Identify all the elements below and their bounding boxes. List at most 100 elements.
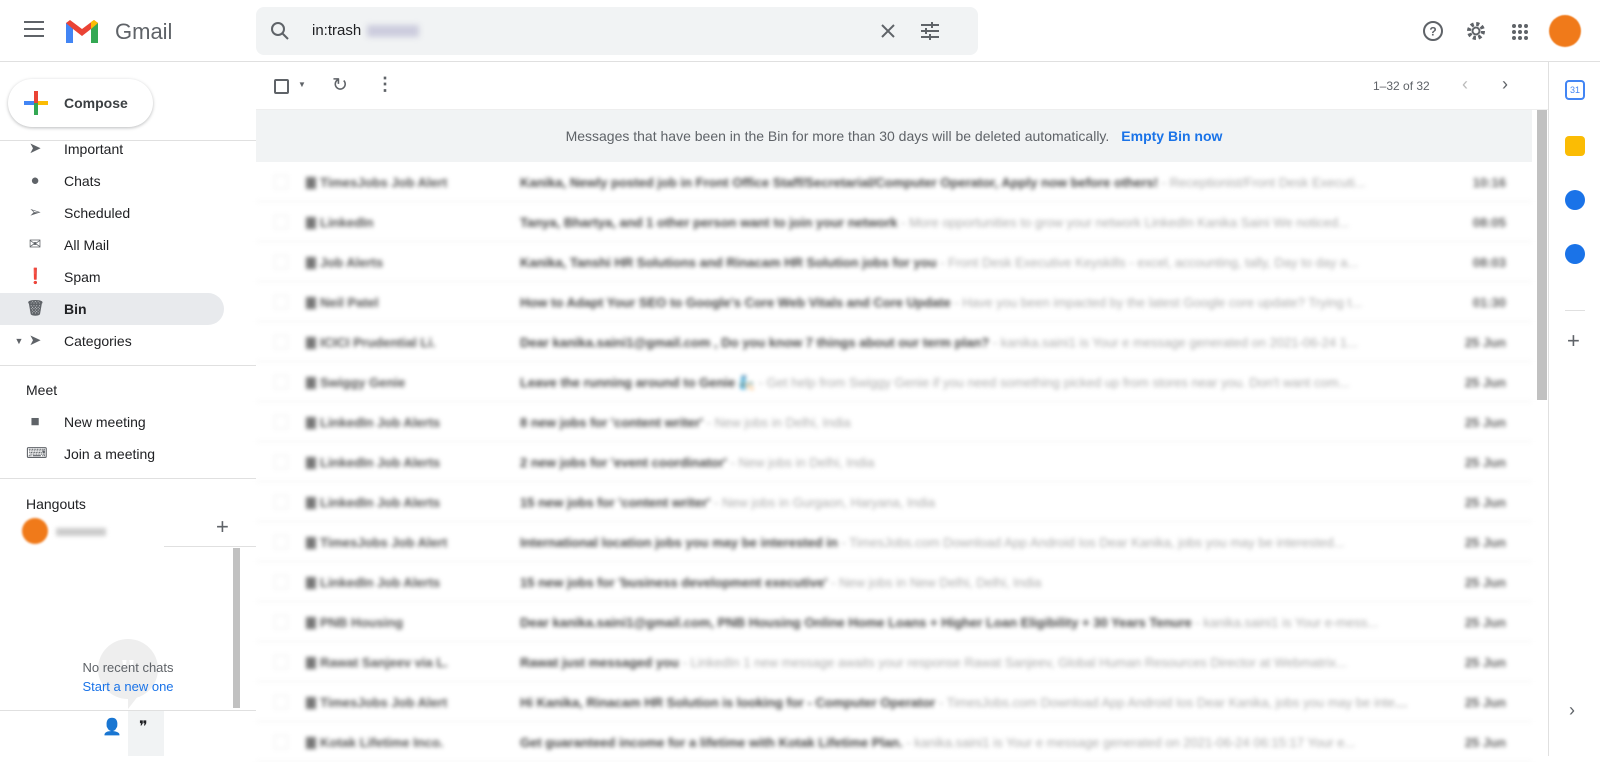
email-snippet: - kanika.saini1 is Your e message genera… xyxy=(902,735,1356,750)
row-checkbox[interactable] xyxy=(274,615,288,629)
email-subject: Get guaranteed income for a lifetime wit… xyxy=(520,735,903,750)
sidebar-item-scheduled[interactable]: ➢ Scheduled xyxy=(0,197,224,229)
email-subject: Kanika, Newly posted job in Front Office… xyxy=(520,175,1159,190)
email-snippet: - Have you been impacted by the latest G… xyxy=(950,295,1362,310)
email-row[interactable]: Job Alerts Kanika, Tanshi HR Solutions a… xyxy=(256,242,1532,282)
email-row[interactable]: Neil Patel How to Adapt Your SEO to Goog… xyxy=(256,282,1532,322)
next-page-icon[interactable]: › xyxy=(1502,74,1508,95)
sidebar-item-chats[interactable]: ● Chats xyxy=(0,165,224,197)
keep-icon[interactable] xyxy=(1565,136,1585,156)
sidebar-item-all-mail[interactable]: ✉ All Mail xyxy=(0,229,224,261)
email-row[interactable]: LinkedIn Tanya, Bhartya, and 1 other per… xyxy=(256,202,1532,242)
email-subject-snippet: 2 new jobs for 'event coordinator' - New… xyxy=(520,455,1410,470)
select-all-checkbox[interactable] xyxy=(274,79,289,94)
row-checkbox[interactable] xyxy=(274,335,288,349)
toolbar: ▼ ↻ ⋮ 1–32 of 32 ‹ › xyxy=(256,62,1548,110)
divider xyxy=(0,478,256,479)
search-input[interactable]: in:trash xyxy=(312,22,420,39)
empty-bin-button[interactable]: Empty Bin now xyxy=(1121,128,1222,144)
row-checkbox[interactable] xyxy=(274,455,288,469)
start-chat-link[interactable]: Start a new one xyxy=(0,679,256,694)
nav-label: All Mail xyxy=(64,237,110,253)
close-icon[interactable] xyxy=(880,23,896,39)
email-sender: LinkedIn Job Alerts xyxy=(306,575,506,590)
nav-label: Important xyxy=(64,141,124,157)
more-icon[interactable]: ⋮ xyxy=(376,74,394,95)
expand-panel-icon[interactable]: › xyxy=(1569,700,1575,721)
select-dropdown-icon[interactable]: ▼ xyxy=(298,80,306,89)
row-checkbox[interactable] xyxy=(274,415,288,429)
email-row[interactable]: TimesJobs Job Alert Kanika, Newly posted… xyxy=(256,162,1532,202)
account-avatar[interactable] xyxy=(1549,15,1581,47)
nav-label: Bin xyxy=(64,301,87,317)
email-row[interactable]: TimesJobs Job Alert Hi Kanika, Rinacam H… xyxy=(256,682,1532,722)
email-subject-snippet: Get guaranteed income for a lifetime wit… xyxy=(520,735,1410,750)
row-checkbox[interactable] xyxy=(274,295,288,309)
gmail-logo[interactable] xyxy=(64,17,100,45)
email-subject-snippet: 8 new jobs for 'content writer' - New jo… xyxy=(520,415,1410,430)
refresh-icon[interactable]: ↻ xyxy=(332,74,348,97)
trash-icon: 🗑 xyxy=(26,300,46,317)
hangouts-heading: Hangouts xyxy=(26,496,86,512)
sidebar-item-bin[interactable]: 🗑 Bin xyxy=(0,293,224,325)
redacted-text xyxy=(367,25,420,38)
scrollbar[interactable] xyxy=(1537,110,1547,400)
menu-icon[interactable] xyxy=(24,21,44,37)
contacts-icon[interactable]: 👤 xyxy=(102,717,122,737)
row-checkbox[interactable] xyxy=(274,175,288,189)
email-row[interactable]: LinkedIn Job Alerts 8 new jobs for 'cont… xyxy=(256,402,1532,442)
row-checkbox[interactable] xyxy=(274,215,288,229)
row-checkbox[interactable] xyxy=(274,495,288,509)
row-checkbox[interactable] xyxy=(274,375,288,389)
email-row[interactable]: LinkedIn Job Alerts 2 new jobs for 'even… xyxy=(256,442,1532,482)
apps-icon[interactable] xyxy=(1511,23,1529,41)
sidebar-item-important[interactable]: ➤ Important xyxy=(0,133,224,165)
email-row[interactable]: PNB Housing Dear kanika.saini1@gmail.com… xyxy=(256,602,1532,642)
email-date: 25 Jun xyxy=(1464,575,1506,590)
row-checkbox[interactable] xyxy=(274,695,288,709)
email-date: 25 Jun xyxy=(1464,535,1506,550)
email-subject-snippet: Hi Kanika, Rinacam HR Solution is lookin… xyxy=(520,695,1410,710)
search-bar[interactable]: in:trash xyxy=(256,7,978,55)
email-date: 25 Jun xyxy=(1464,415,1506,430)
email-row[interactable]: Kotak Lifetime Inco. Get guaranteed inco… xyxy=(256,722,1532,762)
row-checkbox[interactable] xyxy=(274,735,288,749)
email-row[interactable]: LinkedIn Job Alerts 15 new jobs for 'con… xyxy=(256,482,1532,522)
email-row[interactable]: TimesJobs Job Alert International locati… xyxy=(256,522,1532,562)
calendar-icon[interactable]: 31 xyxy=(1565,80,1585,100)
row-checkbox[interactable] xyxy=(274,655,288,669)
nav-label: Chats xyxy=(64,173,101,189)
email-date: 25 Jun xyxy=(1464,455,1506,470)
row-checkbox[interactable] xyxy=(274,575,288,589)
join-meeting-button[interactable]: ⌨ Join a meeting xyxy=(0,438,224,470)
email-subject: Tanya, Bhartya, and 1 other person want … xyxy=(520,215,898,230)
video-icon: ■ xyxy=(30,413,40,430)
add-addon-icon[interactable]: + xyxy=(1567,328,1580,354)
search-icon[interactable] xyxy=(270,21,290,41)
tasks-icon[interactable] xyxy=(1565,190,1585,210)
email-subject-snippet: How to Adapt Your SEO to Google's Core W… xyxy=(520,295,1410,310)
sidebar-item-categories[interactable]: ▼ ➤ Categories xyxy=(0,325,224,357)
help-icon[interactable]: ? xyxy=(1422,20,1444,42)
sidebar-item-spam[interactable]: ❗ Spam xyxy=(0,261,224,293)
tune-icon[interactable] xyxy=(920,21,940,41)
hangouts-tab[interactable]: ❞ xyxy=(128,711,164,756)
email-sender: LinkedIn Job Alerts xyxy=(306,415,506,430)
add-chat-icon[interactable]: + xyxy=(216,514,229,540)
email-row[interactable]: Rawat Sanjeev via L. Rawat just messaged… xyxy=(256,642,1532,682)
prev-page-icon[interactable]: ‹ xyxy=(1462,74,1468,95)
email-subject: 8 new jobs for 'content writer' xyxy=(520,415,704,430)
email-row[interactable]: LinkedIn Job Alerts 15 new jobs for 'bus… xyxy=(256,562,1532,602)
email-sender: TimesJobs Job Alert xyxy=(306,175,506,190)
email-subject: 15 new jobs for 'content writer' xyxy=(520,495,711,510)
settings-icon[interactable] xyxy=(1465,20,1487,42)
compose-button[interactable]: Compose xyxy=(8,79,153,127)
email-row[interactable]: Swiggy Genie Leave the running around to… xyxy=(256,362,1532,402)
hangouts-avatar[interactable] xyxy=(22,518,48,544)
keyboard-icon: ⌨ xyxy=(26,445,48,462)
new-meeting-button[interactable]: ■ New meeting xyxy=(0,406,224,438)
email-row[interactable]: ICICI Prudential Li. Dear kanika.saini1@… xyxy=(256,322,1532,362)
contacts-icon[interactable] xyxy=(1565,244,1585,264)
row-checkbox[interactable] xyxy=(274,255,288,269)
row-checkbox[interactable] xyxy=(274,535,288,549)
